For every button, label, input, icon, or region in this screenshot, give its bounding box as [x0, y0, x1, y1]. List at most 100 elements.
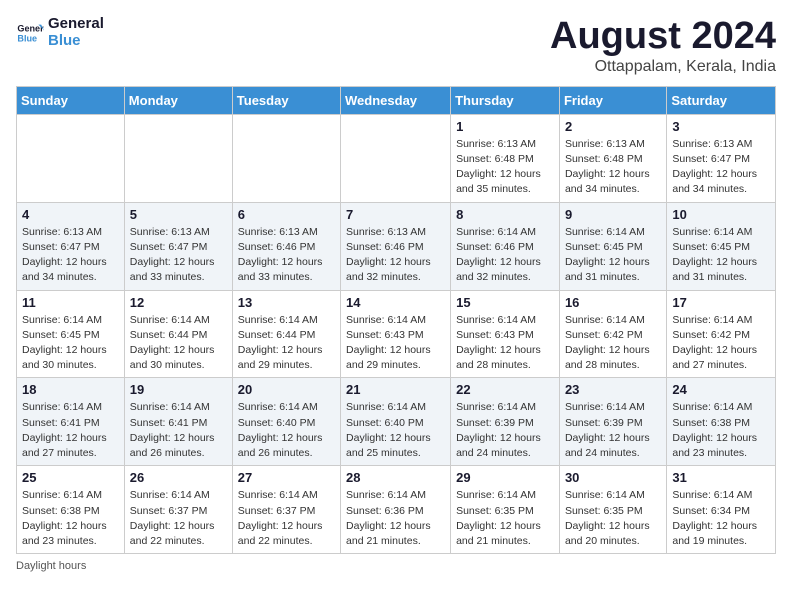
day-number: 13 — [238, 295, 335, 310]
calendar-week-row: 4 Sunrise: 6:13 AM Sunset: 6:47 PM Daylig… — [17, 202, 776, 290]
day-info: Sunrise: 6:14 AM Sunset: 6:38 PM Dayligh… — [22, 488, 119, 549]
header-day-saturday: Saturday — [667, 86, 776, 114]
calendar-cell: 2Sunrise: 6:13 AM Sunset: 6:48 PM Daylig… — [559, 114, 666, 202]
calendar-cell — [341, 114, 451, 202]
svg-text:Blue: Blue — [17, 33, 37, 43]
footer-note: Daylight hours — [16, 560, 776, 572]
header-day-monday: Monday — [124, 86, 232, 114]
calendar-week-row: 1 Sunrise: 6:13 AM Sunset: 6:48 PM Daylig… — [17, 114, 776, 202]
logo-line1: General — [48, 16, 104, 33]
day-info: Sunrise: 6:14 AM Sunset: 6:42 PM Dayligh… — [565, 313, 661, 374]
day-info: Sunrise: 6:14 AM Sunset: 6:43 PM Dayligh… — [456, 313, 554, 374]
logo-line2: Blue — [48, 33, 104, 50]
day-info: Sunrise: 6:14 AM Sunset: 6:37 PM Dayligh… — [130, 488, 227, 549]
day-info: Sunrise: 6:14 AM Sunset: 6:45 PM Dayligh… — [565, 225, 661, 286]
day-number: 2 — [565, 119, 661, 134]
day-info: Sunrise: 6:14 AM Sunset: 6:44 PM Dayligh… — [238, 313, 335, 374]
day-number: 8 — [456, 207, 554, 222]
day-number: 4 — [22, 207, 119, 222]
calendar-week-row: 11 Sunrise: 6:14 AM Sunset: 6:45 PM Dayli… — [17, 290, 776, 378]
day-info: Sunrise: 6:14 AM Sunset: 6:36 PM Dayligh… — [346, 488, 445, 549]
day-number: 5 — [130, 207, 227, 222]
calendar-cell: 17 Sunrise: 6:14 AM Sunset: 6:42 PM Dayli… — [667, 290, 776, 378]
day-info: Sunrise: 6:14 AM Sunset: 6:39 PM Dayligh… — [456, 400, 554, 461]
day-number: 12 — [130, 295, 227, 310]
calendar-cell — [17, 114, 125, 202]
calendar-week-row: 18Sunrise: 6:14 AM Sunset: 6:41 PM Dayli… — [17, 378, 776, 466]
calendar-cell: 10Sunrise: 6:14 AM Sunset: 6:45 PM Dayli… — [667, 202, 776, 290]
day-info: Sunrise: 6:13 AM Sunset: 6:46 PM Dayligh… — [346, 225, 445, 286]
day-info: Sunrise: 6:13 AM Sunset: 6:47 PM Dayligh… — [130, 225, 227, 286]
calendar-cell: 30 Sunrise: 6:14 AM Sunset: 6:35 PM Dayli… — [559, 466, 666, 554]
day-info: Sunrise: 6:14 AM Sunset: 6:44 PM Dayligh… — [130, 313, 227, 374]
day-info: Sunrise: 6:14 AM Sunset: 6:40 PM Dayligh… — [346, 400, 445, 461]
header-day-thursday: Thursday — [451, 86, 560, 114]
day-number: 11 — [22, 295, 119, 310]
calendar-cell: 1 Sunrise: 6:13 AM Sunset: 6:48 PM Daylig… — [451, 114, 560, 202]
calendar-cell: 12 Sunrise: 6:14 AM Sunset: 6:44 PM Dayli… — [124, 290, 232, 378]
header-day-tuesday: Tuesday — [232, 86, 340, 114]
calendar-cell: 25 Sunrise: 6:14 AM Sunset: 6:38 PM Dayli… — [17, 466, 125, 554]
day-info: Sunrise: 6:14 AM Sunset: 6:40 PM Dayligh… — [238, 400, 335, 461]
day-info: Sunrise: 6:14 AM Sunset: 6:42 PM Dayligh… — [672, 313, 770, 374]
day-number: 29 — [456, 470, 554, 485]
day-number: 22 — [456, 382, 554, 397]
day-info: Sunrise: 6:14 AM Sunset: 6:45 PM Dayligh… — [672, 225, 770, 286]
calendar-cell: 24 Sunrise: 6:14 AM Sunset: 6:38 PM Dayli… — [667, 378, 776, 466]
calendar-table: SundayMondayTuesdayWednesdayThursdayFrid… — [16, 86, 776, 554]
title-area: August 2024 Ottappalam, Kerala, India — [550, 16, 776, 76]
day-info: Sunrise: 6:14 AM Sunset: 6:41 PM Dayligh… — [22, 400, 119, 461]
day-number: 31 — [672, 470, 770, 485]
day-number: 3 — [672, 119, 770, 134]
day-info: Sunrise: 6:14 AM Sunset: 6:34 PM Dayligh… — [672, 488, 770, 549]
calendar-header-row: SundayMondayTuesdayWednesdayThursdayFrid… — [17, 86, 776, 114]
day-info: Sunrise: 6:14 AM Sunset: 6:39 PM Dayligh… — [565, 400, 661, 461]
day-info: Sunrise: 6:14 AM Sunset: 6:35 PM Dayligh… — [565, 488, 661, 549]
day-info: Sunrise: 6:14 AM Sunset: 6:41 PM Dayligh… — [130, 400, 227, 461]
calendar-subtitle: Ottappalam, Kerala, India — [550, 58, 776, 76]
calendar-cell — [124, 114, 232, 202]
day-number: 28 — [346, 470, 445, 485]
day-number: 24 — [672, 382, 770, 397]
calendar-cell: 26 Sunrise: 6:14 AM Sunset: 6:37 PM Dayli… — [124, 466, 232, 554]
day-number: 21 — [346, 382, 445, 397]
logo: General Blue General Blue — [16, 16, 104, 49]
calendar-cell: 31 Sunrise: 6:14 AM Sunset: 6:34 PM Dayli… — [667, 466, 776, 554]
calendar-cell: 28 Sunrise: 6:14 AM Sunset: 6:36 PM Dayli… — [341, 466, 451, 554]
calendar-cell: 15 Sunrise: 6:14 AM Sunset: 6:43 PM Dayli… — [451, 290, 560, 378]
day-number: 15 — [456, 295, 554, 310]
day-number: 20 — [238, 382, 335, 397]
calendar-cell — [232, 114, 340, 202]
calendar-cell: 7 Sunrise: 6:13 AM Sunset: 6:46 PM Daylig… — [341, 202, 451, 290]
day-number: 26 — [130, 470, 227, 485]
header-day-friday: Friday — [559, 86, 666, 114]
day-number: 6 — [238, 207, 335, 222]
calendar-cell: 13 Sunrise: 6:14 AM Sunset: 6:44 PM Dayli… — [232, 290, 340, 378]
header-day-wednesday: Wednesday — [341, 86, 451, 114]
day-info: Sunrise: 6:13 AM Sunset: 6:48 PM Dayligh… — [456, 137, 554, 198]
calendar-title: August 2024 — [550, 16, 776, 58]
calendar-cell: 8 Sunrise: 6:14 AM Sunset: 6:46 PM Daylig… — [451, 202, 560, 290]
calendar-cell: 23Sunrise: 6:14 AM Sunset: 6:39 PM Dayli… — [559, 378, 666, 466]
day-number: 1 — [456, 119, 554, 134]
day-number: 30 — [565, 470, 661, 485]
day-info: Sunrise: 6:13 AM Sunset: 6:46 PM Dayligh… — [238, 225, 335, 286]
day-number: 16 — [565, 295, 661, 310]
calendar-cell: 20 Sunrise: 6:14 AM Sunset: 6:40 PM Dayli… — [232, 378, 340, 466]
day-info: Sunrise: 6:14 AM Sunset: 6:38 PM Dayligh… — [672, 400, 770, 461]
day-info: Sunrise: 6:14 AM Sunset: 6:45 PM Dayligh… — [22, 313, 119, 374]
calendar-cell: 14 Sunrise: 6:14 AM Sunset: 6:43 PM Dayli… — [341, 290, 451, 378]
calendar-cell: 18Sunrise: 6:14 AM Sunset: 6:41 PM Dayli… — [17, 378, 125, 466]
calendar-cell: 16 Sunrise: 6:14 AM Sunset: 6:42 PM Dayli… — [559, 290, 666, 378]
day-info: Sunrise: 6:14 AM Sunset: 6:46 PM Dayligh… — [456, 225, 554, 286]
day-number: 17 — [672, 295, 770, 310]
day-number: 14 — [346, 295, 445, 310]
calendar-cell: 27Sunrise: 6:14 AM Sunset: 6:37 PM Dayli… — [232, 466, 340, 554]
calendar-cell: 4 Sunrise: 6:13 AM Sunset: 6:47 PM Daylig… — [17, 202, 125, 290]
day-number: 25 — [22, 470, 119, 485]
calendar-cell: 9Sunrise: 6:14 AM Sunset: 6:45 PM Daylig… — [559, 202, 666, 290]
day-info: Sunrise: 6:14 AM Sunset: 6:43 PM Dayligh… — [346, 313, 445, 374]
day-number: 7 — [346, 207, 445, 222]
day-info: Sunrise: 6:13 AM Sunset: 6:47 PM Dayligh… — [22, 225, 119, 286]
calendar-week-row: 25 Sunrise: 6:14 AM Sunset: 6:38 PM Dayli… — [17, 466, 776, 554]
